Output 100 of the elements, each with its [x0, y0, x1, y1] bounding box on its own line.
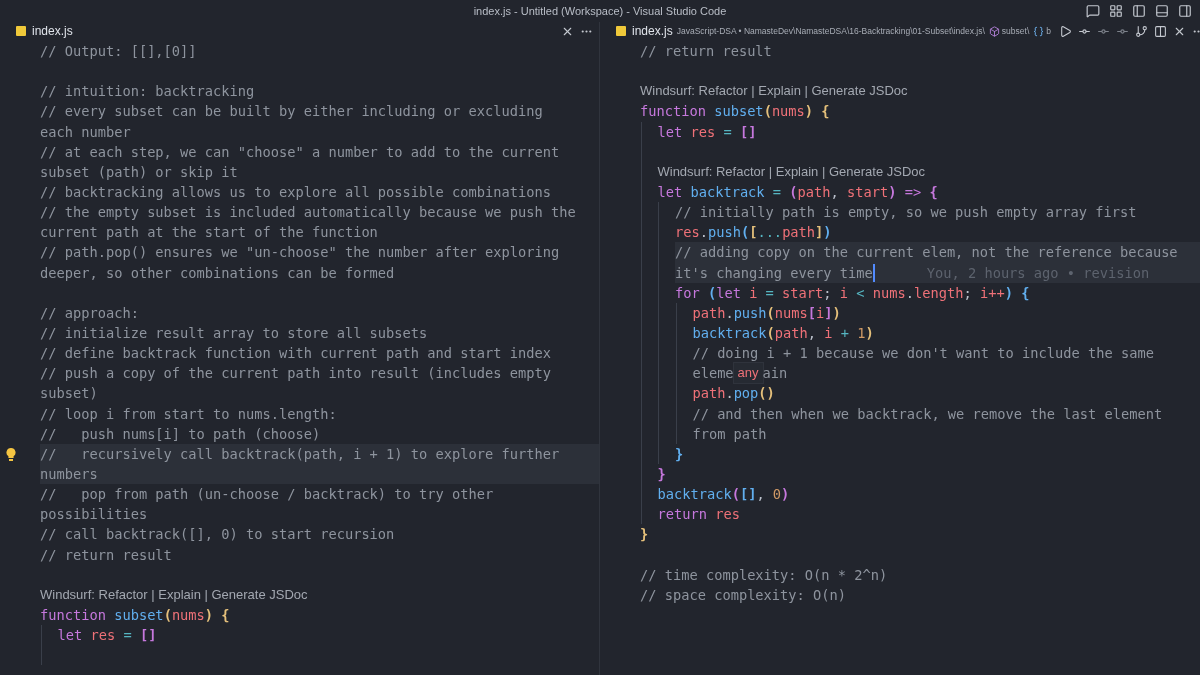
code-function: push — [733, 303, 767, 323]
code-bracket: } — [640, 525, 649, 545]
code-punctuation: , — [830, 183, 840, 202]
code-punctuation: , — [807, 323, 818, 343]
code-comment: possibilities — [40, 505, 148, 525]
code-comment: // return result — [40, 545, 172, 565]
code-comment: ain — [762, 364, 788, 384]
code-variable: nums — [771, 102, 805, 122]
code-bracket: } — [657, 464, 666, 484]
code-bracket: } — [674, 444, 684, 464]
code-variable: i — [824, 323, 833, 343]
code-punctuation: . — [725, 303, 734, 323]
code-comment: // time complexity: O(n * 2^n) — [640, 565, 888, 585]
code-function: backtrack — [657, 485, 732, 505]
code-variable: nums — [171, 605, 205, 625]
code-variable: i — [749, 283, 758, 303]
code-keyword: let — [657, 183, 684, 202]
code-bracket: [] — [139, 626, 157, 646]
code-comment: // loop i from start to nums.length: — [40, 404, 337, 424]
code-variable: length — [914, 283, 964, 303]
codelens-links[interactable]: Windsurf: Refactor | Explain | Generate JSDoc — [40, 584, 308, 605]
code-punctuation: ; — [823, 283, 833, 303]
breadcrumb-item[interactable]: b — [1046, 26, 1051, 36]
file-tab[interactable]: index.js — [616, 24, 673, 38]
code-keyword: let — [657, 122, 684, 142]
code-comment: // and then when we backtrack, we remove the last element — [692, 404, 1163, 424]
code-bracket: ) — [781, 485, 790, 505]
code-variable: start — [782, 283, 824, 303]
code-comment: // backtracking allows us to explore all possible combinations — [40, 183, 551, 202]
code-comment: eleme — [692, 364, 734, 384]
code-comment: // approach: — [40, 303, 139, 323]
code-comment: // space complexity: O(n) — [640, 585, 846, 605]
code-bracket: ) — [804, 102, 814, 122]
code-comment: // define backtrack function with current path and start index — [40, 344, 551, 364]
breadcrumb-item[interactable]: JavaScript-DSA • NamasteDev\NamasteDSA\16-Backtracking\01-Subset\index.js\ — [676, 26, 985, 36]
code-comment: each number — [40, 122, 131, 142]
code-comment: // initialize result array to store all subsets — [40, 323, 428, 343]
code-operator: ... — [757, 223, 783, 243]
code-keyword: function — [40, 605, 107, 625]
code-bracket: { — [820, 102, 830, 122]
code-variable: path — [774, 323, 808, 343]
code-keyword: => — [903, 183, 922, 202]
code-bracket: ] — [824, 303, 833, 323]
code-bracket: [ — [807, 303, 817, 323]
code-function: subset — [114, 605, 164, 625]
code-punctuation: . — [905, 283, 914, 303]
code-comment: // initially path is empty, so we push empty array first — [674, 203, 1137, 223]
type-hover-tooltip: any — [733, 363, 763, 384]
code-bracket: { — [1020, 283, 1030, 303]
window-title: index.js - Untitled (Workspace) - Visual Studio Code — [473, 5, 727, 17]
code-bracket: ( — [766, 303, 775, 323]
codelens-links[interactable]: Windsurf: Refactor | Explain | Generate JSDoc — [657, 161, 926, 182]
code-variable: res — [674, 223, 700, 243]
code-comment: // recursively call backtrack(path, i + 1) to explore further — [40, 444, 560, 464]
code-bracket: ) — [204, 605, 214, 625]
code-comment: // at each step, we can "choose" a number to add to the current — [40, 142, 560, 162]
code-comment: subset) — [40, 384, 98, 404]
code-variable: path — [782, 223, 816, 243]
code-comment: subset (path) or skip it — [40, 162, 238, 182]
code-variable: res — [690, 122, 716, 142]
code-bracket: ( — [766, 323, 775, 343]
code-comment: // call backtrack([], 0) to start recursion — [40, 525, 395, 545]
code-bracket: ) — [823, 223, 832, 243]
code-comment: // adding copy on the current elem, not the reference because — [674, 243, 1178, 263]
code-punctuation: , — [756, 485, 766, 505]
code-variable: path — [692, 384, 726, 404]
code-number: 0 — [772, 485, 782, 505]
code-variable: path — [797, 183, 831, 202]
code-bracket: ) — [888, 183, 897, 202]
code-comment: // intuition: backtracking — [40, 82, 255, 102]
code-bracket: ] — [815, 223, 824, 243]
code-variable: nums — [774, 303, 808, 323]
code-bracket: ( — [763, 102, 772, 122]
code-bracket: ( — [731, 485, 740, 505]
code-comment: deeper, so other combinations can be formed — [40, 263, 395, 283]
code-keyword: for — [674, 283, 701, 303]
breadcrumb-item[interactable]: subset\ — [1001, 26, 1030, 36]
file-tab[interactable]: index.js — [16, 24, 73, 38]
codelens-links[interactable]: Windsurf: Refactor | Explain | Generate JSDoc — [640, 81, 908, 102]
code-comment: current path at the start of the function — [40, 223, 378, 243]
code-bracket: ( — [789, 183, 798, 202]
code-bracket: ) — [832, 303, 841, 323]
code-punctuation: . — [725, 384, 734, 404]
code-comment: numbers — [40, 464, 98, 484]
code-variable: res — [90, 626, 116, 646]
code-operator: < — [855, 283, 866, 303]
code-keyword: return — [657, 505, 708, 525]
code-function: backtrack — [692, 323, 767, 343]
code-operator: = — [764, 283, 775, 303]
code-punctuation: ; — [963, 283, 973, 303]
code-comment: // return result — [640, 42, 772, 61]
code-bracket: { — [220, 605, 230, 625]
code-comment: // Output: [[],[0]] — [40, 42, 197, 61]
code-comment: from path — [692, 424, 767, 444]
code-comment: // doing i + 1 because we don't want to include the same — [692, 344, 1154, 364]
code-comment: // push nums[i] to path (choose) — [40, 424, 321, 444]
code-comment: // push a copy of the current path into result (includes empty — [40, 364, 551, 384]
code-function: subset — [714, 102, 764, 122]
code-bracket: ) — [865, 323, 874, 343]
code-comment: // the empty subset is included automatically because we push the — [40, 203, 576, 223]
